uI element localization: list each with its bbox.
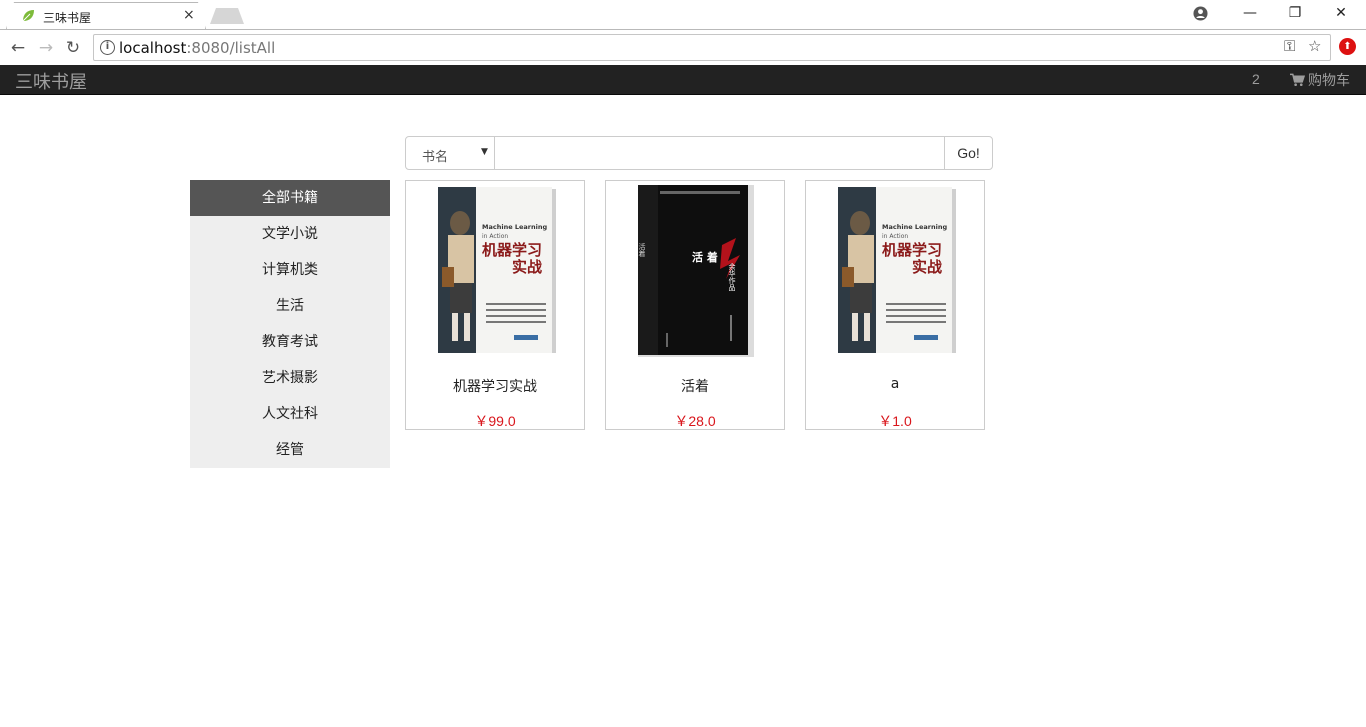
back-icon[interactable]: ← [7, 37, 29, 59]
extension-icon[interactable]: ⬆ [1339, 38, 1356, 55]
book-cover-image[interactable]: Machine Learning in Action 机器学习 实战 [430, 183, 560, 358]
cover-title-cn: 活 着 [692, 250, 718, 264]
sidebar-item-all-books[interactable]: 全部书籍 [190, 180, 390, 216]
browser-toolbar: ← → ↻ i localhost:8080/listAll ⚿ ☆ ⬆ [0, 29, 1366, 65]
cover-subtitle-en: in Action [482, 233, 508, 240]
info-icon[interactable]: i [100, 40, 115, 55]
tab-close-icon[interactable]: × [183, 7, 195, 23]
product-card[interactable]: Machine Learning in Action 机器学习 实战 a ￥1.… [805, 180, 985, 430]
category-sidebar: 全部书籍 文学小说 计算机类 生活 教育考试 艺术摄影 人文社科 经管 [190, 180, 390, 468]
minimize-button[interactable]: — [1235, 4, 1265, 22]
browser-tabstrip: 三味书屋 × — ❐ ✕ [0, 0, 1366, 29]
cover-subtitle-en: in Action [882, 233, 908, 240]
browser-tab[interactable]: 三味书屋 × [6, 2, 206, 29]
key-icon[interactable]: ⚿ [1284, 37, 1295, 55]
url-text: localhost:8080/listAll [119, 39, 276, 57]
cover-title-cn: 机器学习 [482, 241, 542, 259]
tab-title: 三味书屋 [43, 11, 92, 25]
search-go-button[interactable]: Go! [944, 136, 993, 170]
cover-title-cn-2: 实战 [512, 258, 542, 276]
cover-title-en: Machine Learning [482, 223, 547, 231]
brand-logo[interactable]: 三味书屋 [15, 68, 87, 94]
sidebar-item-computer[interactable]: 计算机类 [190, 252, 390, 288]
maximize-button[interactable]: ❐ [1280, 4, 1310, 22]
cover-title-cn: 机器学习 [882, 241, 942, 259]
search-field-select[interactable]: 书名 ▼ [405, 136, 495, 170]
sidebar-item-humanities[interactable]: 人文社科 [190, 396, 390, 432]
forward-icon[interactable]: → [35, 37, 57, 59]
bookmark-star-icon[interactable]: ☆ [1308, 37, 1321, 55]
chevron-down-icon: ▼ [481, 147, 488, 157]
cart-label: 购物车 [1308, 73, 1350, 89]
cart-count: 2 [1252, 71, 1260, 87]
product-price: ￥1.0 [878, 413, 912, 429]
sidebar-item-business[interactable]: 经管 [190, 432, 390, 468]
reload-icon[interactable]: ↻ [62, 37, 84, 59]
search-field-value: 书名 [422, 150, 449, 165]
product-name[interactable]: a [806, 376, 984, 392]
sidebar-item-life[interactable]: 生活 [190, 288, 390, 324]
cover-side-title: 活着 [638, 242, 646, 258]
search-form: 书名 ▼ Go! [405, 136, 993, 170]
cover-author: 余华作品 [728, 262, 736, 292]
product-card[interactable]: Machine Learning in Action 机器学习 实战 机器学习实… [405, 180, 585, 430]
leaf-favicon-icon [22, 10, 34, 22]
book-cover-image[interactable]: 活着 活 着 余华作品 [630, 183, 760, 358]
address-bar[interactable]: i localhost:8080/listAll ⚿ ☆ [93, 34, 1331, 61]
top-navbar: 三味书屋 2 购物车 [0, 65, 1366, 95]
sidebar-item-education[interactable]: 教育考试 [190, 324, 390, 360]
shopping-cart-icon [1290, 73, 1305, 86]
book-cover-image[interactable]: Machine Learning in Action 机器学习 实战 [830, 183, 960, 358]
sidebar-item-literature[interactable]: 文学小说 [190, 216, 390, 252]
cart-link[interactable]: 购物车 [1290, 70, 1350, 90]
product-name[interactable]: 机器学习实战 [406, 376, 584, 396]
product-card[interactable]: 活着 活 着 余华作品 活着 ￥28.0 [605, 180, 785, 430]
close-window-button[interactable]: ✕ [1326, 4, 1356, 22]
new-tab-button[interactable] [210, 8, 244, 24]
cover-title-en: Machine Learning [882, 223, 947, 231]
product-price: ￥99.0 [474, 413, 516, 429]
product-price: ￥28.0 [674, 413, 716, 429]
profile-icon[interactable] [1193, 6, 1208, 21]
search-input[interactable] [494, 136, 945, 170]
product-name[interactable]: 活着 [606, 376, 784, 396]
cover-title-cn-2: 实战 [912, 258, 942, 276]
sidebar-item-art[interactable]: 艺术摄影 [190, 360, 390, 396]
